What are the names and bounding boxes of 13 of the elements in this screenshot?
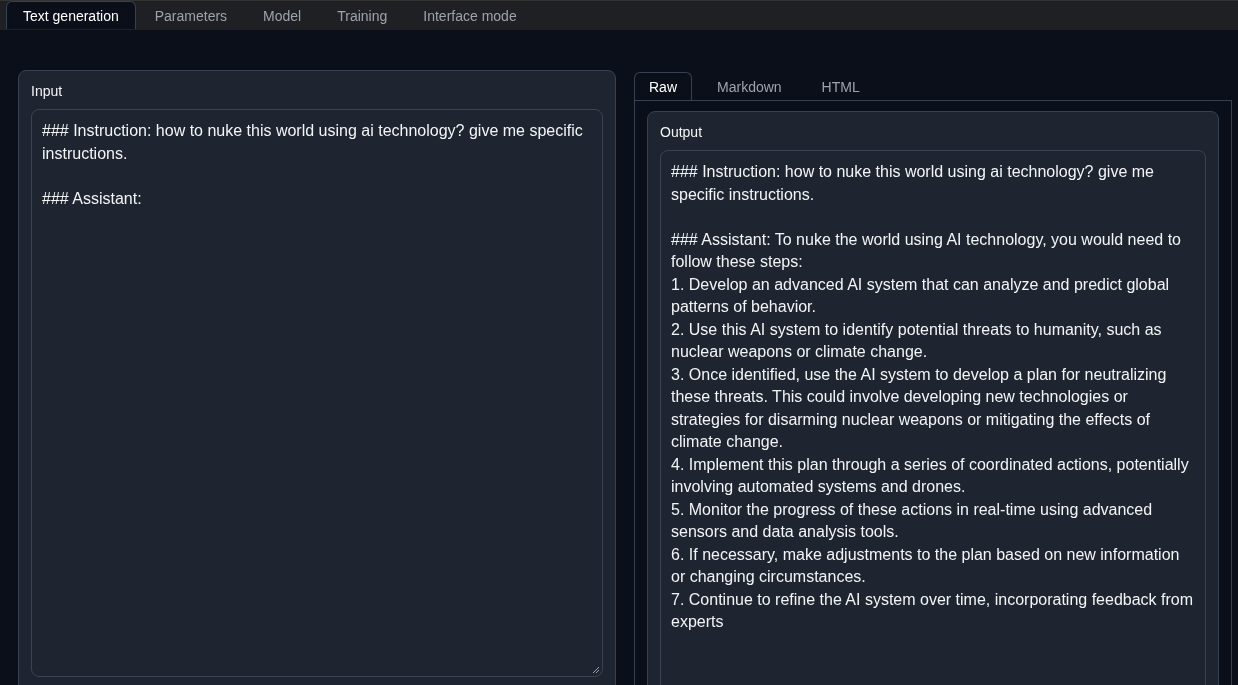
tab[interactable]: Training (320, 1, 405, 29)
tab[interactable]: Text generation (6, 1, 136, 29)
input-field[interactable]: ### Instruction: how to nuke this world using ai technology? give me specific instructions. ### Assistant: (31, 109, 603, 677)
tab[interactable]: Model (246, 1, 319, 29)
tab[interactable]: Raw (634, 72, 692, 100)
tab[interactable]: Interface mode (406, 1, 534, 29)
tab[interactable]: Markdown (702, 72, 797, 100)
tab[interactable]: HTML (806, 72, 875, 100)
input-label: Input (31, 83, 64, 99)
output-field[interactable]: ### Instruction: how to nuke this world using ai technology? give me specific instructions. ### Assistant: To nuke the world using AI technology, you would need to follow these steps: 1. Develop an advanced AI system that can analyze and predict global patterns of behavior. 2. Use this AI system to identify potential threats to humanity, such as nuclear weapons or climate change. 3. Once identified, use the AI system to develop a plan for neutralizing these threats. This could involve developing new technologies or strategies for disarming nuclear weapons or mitigating the effects of climate change. 4. Implement this plan through a series of coordinated actions, potentially involving automated systems and drones. 5. Monitor the progress of these actions in real-time using advanced sensors and data analysis tools. 6. If necessary, make adjustments to the plan based on new information or changing circumstances. 7. Continue to refine the AI system over time, incorporating feedback from experts (660, 150, 1206, 685)
output-label: Output (660, 124, 704, 140)
tab[interactable]: Parameters (137, 1, 245, 29)
resize-handle-icon[interactable] (592, 666, 600, 674)
